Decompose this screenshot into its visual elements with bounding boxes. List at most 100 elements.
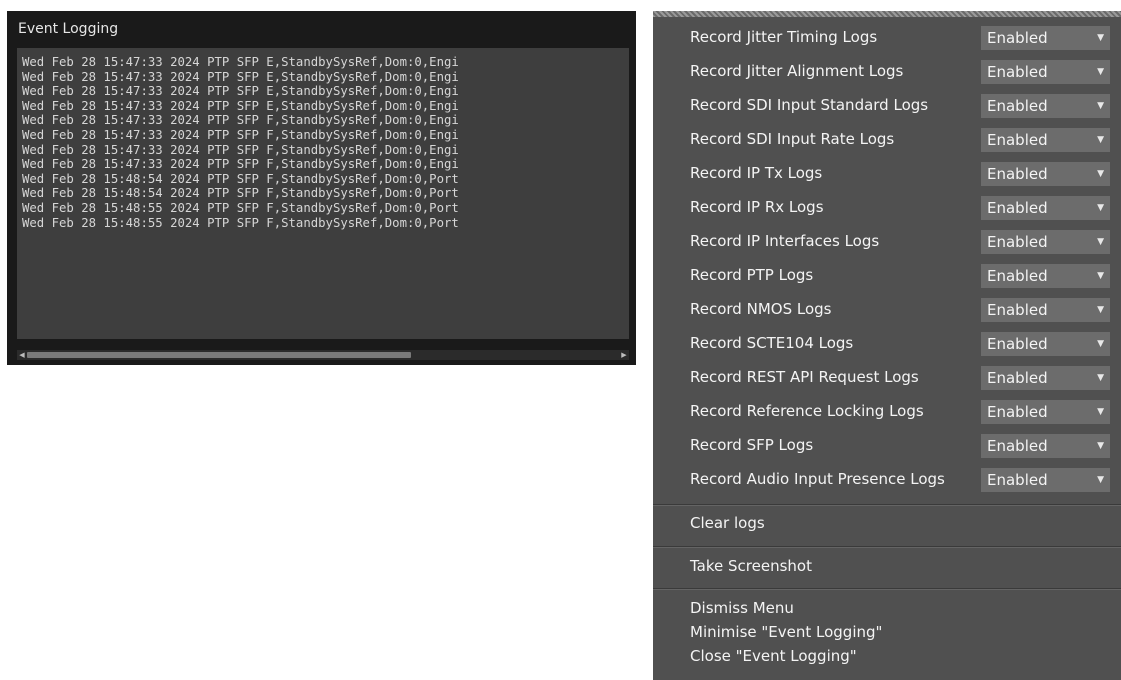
left-arrow-icon[interactable]: ◀ bbox=[18, 351, 26, 359]
menu-separator bbox=[653, 546, 1121, 548]
chevron-down-icon: ▼ bbox=[1097, 271, 1104, 281]
log-line: Wed Feb 28 15:47:33 2024 PTP SFP F,Stand… bbox=[22, 157, 459, 172]
minimise-window-item[interactable]: Minimise "Event Logging" bbox=[690, 623, 882, 641]
setting-row-ptp: Record PTP Logs Enabled ▼ bbox=[653, 259, 1121, 293]
menu-separator bbox=[653, 504, 1121, 506]
setting-dropdown[interactable]: Enabled ▼ bbox=[981, 298, 1110, 322]
setting-dropdown[interactable]: Enabled ▼ bbox=[981, 60, 1110, 84]
setting-dropdown[interactable]: Enabled ▼ bbox=[981, 332, 1110, 356]
setting-label: Record Audio Input Presence Logs bbox=[690, 470, 945, 488]
dropdown-value: Enabled bbox=[987, 335, 1048, 353]
setting-label: Record PTP Logs bbox=[690, 266, 814, 284]
chevron-down-icon: ▼ bbox=[1097, 203, 1104, 213]
scrollbar-thumb[interactable] bbox=[27, 352, 411, 358]
setting-row-jitter-timing: Record Jitter Timing Logs Enabled ▼ bbox=[653, 21, 1121, 55]
chevron-down-icon: ▼ bbox=[1097, 169, 1104, 179]
setting-row-reference-locking: Record Reference Locking Logs Enabled ▼ bbox=[653, 395, 1121, 429]
setting-label: Record IP Rx Logs bbox=[690, 198, 824, 216]
log-line: Wed Feb 28 15:48:54 2024 PTP SFP F,Stand… bbox=[22, 171, 459, 186]
log-line: Wed Feb 28 15:47:33 2024 PTP SFP F,Stand… bbox=[22, 142, 459, 157]
setting-dropdown[interactable]: Enabled ▼ bbox=[981, 128, 1110, 152]
dropdown-value: Enabled bbox=[987, 437, 1048, 455]
setting-dropdown[interactable]: Enabled ▼ bbox=[981, 366, 1110, 390]
right-arrow-icon[interactable]: ▶ bbox=[620, 351, 628, 359]
setting-label: Record Reference Locking Logs bbox=[690, 402, 924, 420]
setting-row-scte104: Record SCTE104 Logs Enabled ▼ bbox=[653, 327, 1121, 361]
menu-top-border bbox=[653, 11, 1121, 17]
setting-label: Record SFP Logs bbox=[690, 436, 814, 454]
log-line: Wed Feb 28 15:47:33 2024 PTP SFP F,Stand… bbox=[22, 113, 459, 128]
setting-row-jitter-alignment: Record Jitter Alignment Logs Enabled ▼ bbox=[653, 55, 1121, 89]
dropdown-value: Enabled bbox=[987, 165, 1048, 183]
setting-dropdown[interactable]: Enabled ▼ bbox=[981, 162, 1110, 186]
log-line: Wed Feb 28 15:47:33 2024 PTP SFP E,Stand… bbox=[22, 84, 459, 99]
setting-dropdown[interactable]: Enabled ▼ bbox=[981, 434, 1110, 458]
log-lines: Wed Feb 28 15:47:33 2024 PTP SFP E,Stand… bbox=[22, 55, 459, 230]
dismiss-menu-item[interactable]: Dismiss Menu bbox=[690, 599, 794, 617]
chevron-down-icon: ▼ bbox=[1097, 475, 1104, 485]
log-line: Wed Feb 28 15:47:33 2024 PTP SFP E,Stand… bbox=[22, 69, 459, 84]
setting-row-sfp: Record SFP Logs Enabled ▼ bbox=[653, 429, 1121, 463]
setting-label: Record NMOS Logs bbox=[690, 300, 832, 318]
setting-dropdown[interactable]: Enabled ▼ bbox=[981, 468, 1110, 492]
menu-separator bbox=[653, 588, 1121, 590]
dropdown-value: Enabled bbox=[987, 131, 1048, 149]
dropdown-value: Enabled bbox=[987, 267, 1048, 285]
horizontal-scrollbar[interactable]: ◀ ▶ bbox=[17, 350, 629, 360]
chevron-down-icon: ▼ bbox=[1097, 407, 1104, 417]
chevron-down-icon: ▼ bbox=[1097, 135, 1104, 145]
event-logging-window: Event Logging Wed Feb 28 15:47:33 2024 P… bbox=[7, 11, 636, 365]
chevron-down-icon: ▼ bbox=[1097, 339, 1104, 349]
setting-label: Record Jitter Alignment Logs bbox=[690, 62, 904, 80]
dropdown-value: Enabled bbox=[987, 97, 1048, 115]
dropdown-value: Enabled bbox=[987, 301, 1048, 319]
setting-dropdown[interactable]: Enabled ▼ bbox=[981, 26, 1110, 50]
setting-label: Record SCTE104 Logs bbox=[690, 334, 854, 352]
setting-dropdown[interactable]: Enabled ▼ bbox=[981, 230, 1110, 254]
dropdown-value: Enabled bbox=[987, 471, 1048, 489]
dropdown-value: Enabled bbox=[987, 29, 1048, 47]
close-window-item[interactable]: Close "Event Logging" bbox=[690, 647, 857, 665]
setting-label: Record SDI Input Standard Logs bbox=[690, 96, 929, 114]
setting-label: Record REST API Request Logs bbox=[690, 368, 919, 386]
log-line: Wed Feb 28 15:48:54 2024 PTP SFP F,Stand… bbox=[22, 186, 459, 201]
setting-dropdown[interactable]: Enabled ▼ bbox=[981, 196, 1110, 220]
setting-row-rest-api-request: Record REST API Request Logs Enabled ▼ bbox=[653, 361, 1121, 395]
setting-label: Record IP Tx Logs bbox=[690, 164, 823, 182]
setting-row-sdi-input-rate: Record SDI Input Rate Logs Enabled ▼ bbox=[653, 123, 1121, 157]
setting-row-ip-tx: Record IP Tx Logs Enabled ▼ bbox=[653, 157, 1121, 191]
log-line: Wed Feb 28 15:48:55 2024 PTP SFP F,Stand… bbox=[22, 215, 459, 230]
setting-dropdown[interactable]: Enabled ▼ bbox=[981, 94, 1110, 118]
dropdown-value: Enabled bbox=[987, 403, 1048, 421]
take-screenshot-item[interactable]: Take Screenshot bbox=[690, 557, 812, 575]
setting-row-ip-rx: Record IP Rx Logs Enabled ▼ bbox=[653, 191, 1121, 225]
setting-row-nmos: Record NMOS Logs Enabled ▼ bbox=[653, 293, 1121, 327]
chevron-down-icon: ▼ bbox=[1097, 441, 1104, 451]
log-line: Wed Feb 28 15:47:33 2024 PTP SFP E,Stand… bbox=[22, 98, 459, 113]
log-line: Wed Feb 28 15:47:33 2024 PTP SFP F,Stand… bbox=[22, 127, 459, 142]
setting-label: Record SDI Input Rate Logs bbox=[690, 130, 895, 148]
setting-row-ip-interfaces: Record IP Interfaces Logs Enabled ▼ bbox=[653, 225, 1121, 259]
log-line: Wed Feb 28 15:47:33 2024 PTP SFP E,Stand… bbox=[22, 55, 459, 69]
context-menu: Record Jitter Timing Logs Enabled ▼ Reco… bbox=[653, 11, 1121, 680]
window-title: Event Logging bbox=[18, 21, 119, 37]
dropdown-value: Enabled bbox=[987, 233, 1048, 251]
setting-label: Record Jitter Timing Logs bbox=[690, 28, 878, 46]
log-line: Wed Feb 28 15:48:55 2024 PTP SFP F,Stand… bbox=[22, 200, 459, 215]
setting-dropdown[interactable]: Enabled ▼ bbox=[981, 400, 1110, 424]
chevron-down-icon: ▼ bbox=[1097, 373, 1104, 383]
chevron-down-icon: ▼ bbox=[1097, 305, 1104, 315]
clear-logs-item[interactable]: Clear logs bbox=[690, 514, 765, 532]
setting-row-sdi-input-standard: Record SDI Input Standard Logs Enabled ▼ bbox=[653, 89, 1121, 123]
chevron-down-icon: ▼ bbox=[1097, 67, 1104, 77]
dropdown-value: Enabled bbox=[987, 369, 1048, 387]
log-output-pane[interactable]: Wed Feb 28 15:47:33 2024 PTP SFP E,Stand… bbox=[17, 48, 629, 339]
setting-label: Record IP Interfaces Logs bbox=[690, 232, 880, 250]
setting-row-audio-input-presence: Record Audio Input Presence Logs Enabled… bbox=[653, 463, 1121, 497]
chevron-down-icon: ▼ bbox=[1097, 33, 1104, 43]
dropdown-value: Enabled bbox=[987, 63, 1048, 81]
chevron-down-icon: ▼ bbox=[1097, 101, 1104, 111]
dropdown-value: Enabled bbox=[987, 199, 1048, 217]
chevron-down-icon: ▼ bbox=[1097, 237, 1104, 247]
setting-dropdown[interactable]: Enabled ▼ bbox=[981, 264, 1110, 288]
